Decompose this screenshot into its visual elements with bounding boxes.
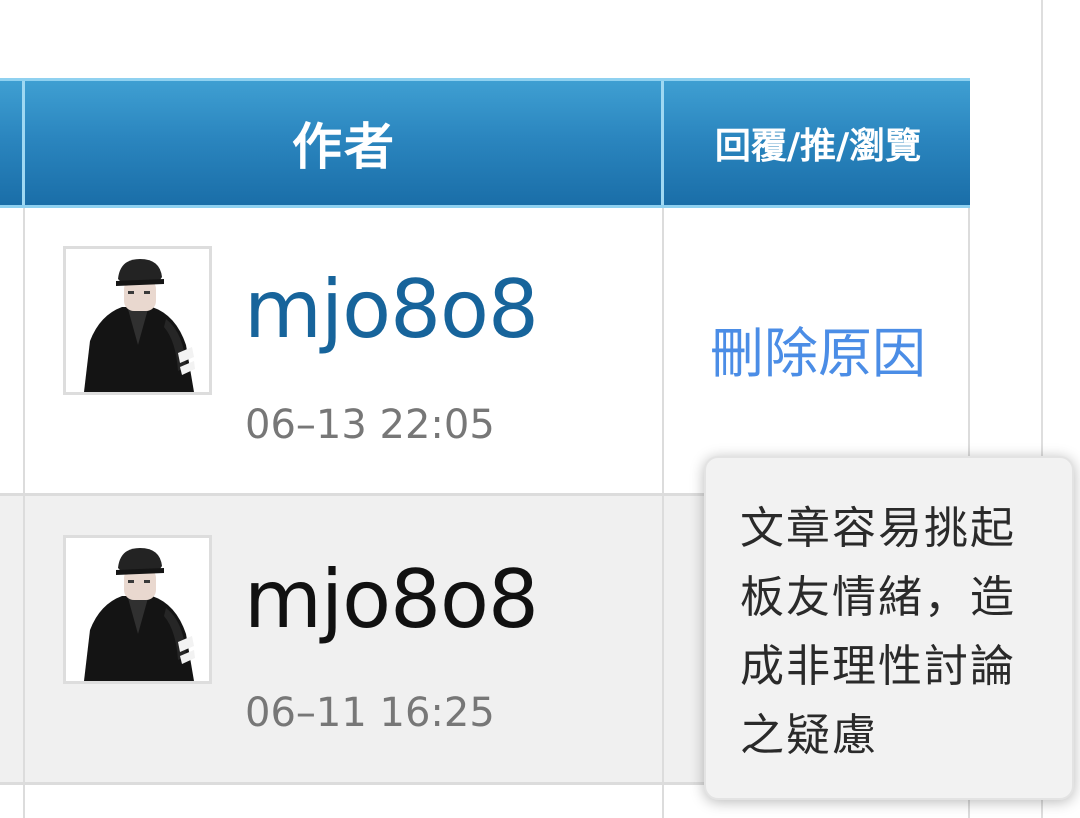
column-header-stats[interactable]: 回覆/推/瀏覽 <box>666 81 970 205</box>
user-avatar-icon <box>66 249 209 392</box>
post-timestamp: 06–11 16:25 <box>245 690 495 736</box>
avatar[interactable] <box>63 246 212 395</box>
delete-reason-link[interactable]: 刪除原因 <box>666 322 970 386</box>
table-header: 作者 回覆/推/瀏覽 <box>0 78 970 208</box>
post-timestamp: 06–13 22:05 <box>245 402 495 448</box>
user-avatar-icon <box>66 538 209 681</box>
avatar[interactable] <box>63 535 212 684</box>
column-divider <box>23 208 25 818</box>
column-header-author[interactable]: 作者 <box>25 81 663 205</box>
author-name[interactable]: mjo8o8 <box>244 555 539 645</box>
column-divider <box>662 208 664 818</box>
author-name-link[interactable]: mjo8o8 <box>244 265 539 355</box>
delete-reason-tooltip: 文章容易挑起板友情緒，造成非理性討論之疑慮 <box>704 456 1074 800</box>
